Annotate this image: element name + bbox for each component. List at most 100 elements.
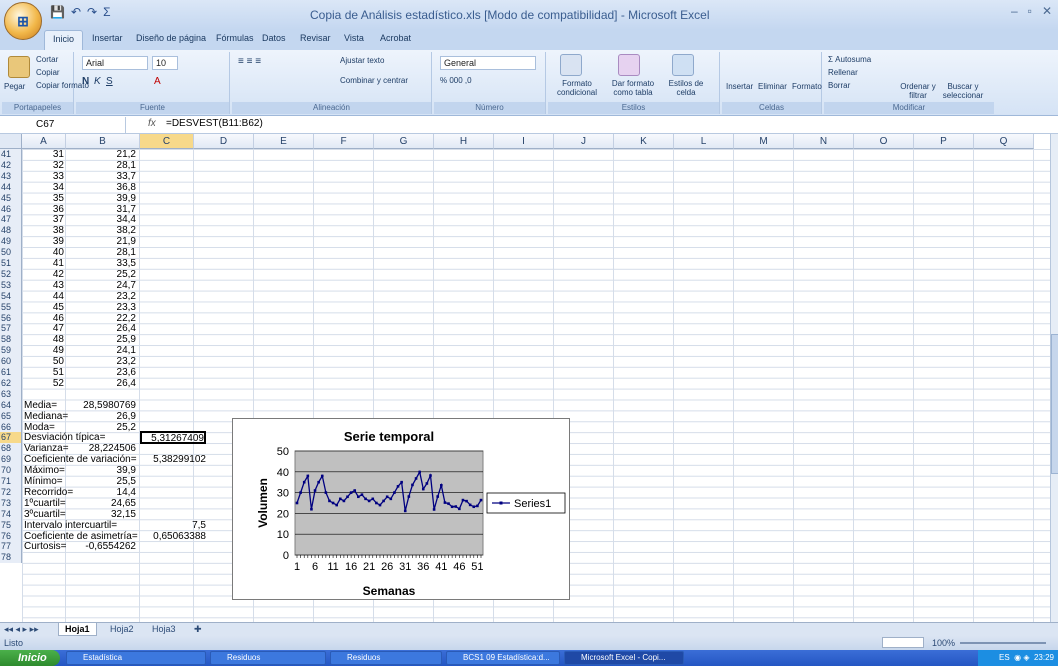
cell-a[interactable]: 48 (22, 334, 64, 345)
tab-inicio[interactable]: Inicio (44, 30, 84, 50)
column-header-d[interactable]: D (194, 134, 254, 149)
cell-a[interactable]: 32 (22, 160, 64, 171)
cell-a[interactable]: 38 (22, 225, 64, 236)
cell-b[interactable]: 25,9 (66, 334, 136, 345)
cell-a[interactable]: 31 (22, 149, 64, 160)
tab-datos[interactable]: Datos (262, 33, 286, 43)
stat-value-b[interactable] (66, 520, 136, 531)
taskbar-item[interactable]: Residuos (330, 651, 442, 665)
taskbar-item-active[interactable]: Microsoft Excel - Copi... (564, 651, 684, 665)
cell-b[interactable]: 38,2 (66, 225, 136, 236)
tab-vista[interactable]: Vista (344, 33, 364, 43)
row-header[interactable]: 67 (0, 432, 22, 444)
row-header[interactable]: 50 (0, 247, 22, 259)
italic-icon[interactable]: K (94, 76, 101, 87)
row-header[interactable]: 42 (0, 159, 22, 171)
cell-a[interactable]: 45 (22, 302, 64, 313)
cell-a[interactable]: 33 (22, 171, 64, 182)
tray-language[interactable]: ES (999, 653, 1010, 662)
row-header[interactable]: 58 (0, 334, 22, 346)
formula-input[interactable]: =DESVEST(B11:B62) (166, 118, 263, 129)
cut-button[interactable]: Cortar (36, 55, 58, 64)
cell-a[interactable]: 51 (22, 367, 64, 378)
column-header-e[interactable]: E (254, 134, 314, 149)
cell-a[interactable]: 39 (22, 236, 64, 247)
row-header[interactable]: 47 (0, 214, 22, 226)
font-name-select[interactable]: Arial (82, 56, 148, 70)
column-header-f[interactable]: F (314, 134, 374, 149)
row-header[interactable]: 73 (0, 497, 22, 509)
row-header[interactable]: 57 (0, 323, 22, 335)
row-header[interactable]: 76 (0, 530, 22, 542)
stat-value-b[interactable] (66, 454, 136, 465)
vertical-scroll-thumb[interactable] (1051, 334, 1058, 474)
row-header[interactable]: 54 (0, 290, 22, 302)
stat-value-c[interactable] (140, 509, 206, 520)
column-header-o[interactable]: O (854, 134, 914, 149)
cell-b[interactable]: 24,1 (66, 345, 136, 356)
cell-a[interactable]: 42 (22, 269, 64, 280)
view-buttons-icon[interactable] (882, 637, 924, 648)
sum-icon[interactable]: Σ (103, 5, 110, 19)
row-header[interactable]: 65 (0, 410, 22, 422)
row-header[interactable]: 53 (0, 279, 22, 291)
cell-a[interactable]: 37 (22, 214, 64, 225)
table-format-button[interactable]: Dar formato como tabla (608, 79, 658, 97)
cell-b[interactable]: 22,2 (66, 313, 136, 324)
fill-button[interactable]: Rellenar (828, 68, 858, 77)
sheet-tab-hoja2[interactable]: Hoja2 (104, 623, 140, 636)
cell-b[interactable]: 28,1 (66, 247, 136, 258)
cell-b[interactable]: 31,7 (66, 204, 136, 215)
cell-a[interactable]: 47 (22, 323, 64, 334)
cell-b[interactable]: 39,9 (66, 193, 136, 204)
tab-diseno[interactable]: Diseño de página (136, 33, 206, 43)
cell-a[interactable]: 43 (22, 280, 64, 291)
select-all-corner[interactable] (0, 134, 22, 149)
stat-value-b[interactable] (66, 531, 136, 542)
row-header[interactable]: 64 (0, 399, 22, 411)
sheet-tab-hoja3[interactable]: Hoja3 (146, 623, 182, 636)
clear-button[interactable]: Borrar (828, 81, 850, 90)
name-box[interactable]: C67 (0, 117, 126, 133)
column-header-c[interactable]: C (140, 134, 194, 149)
font-color-icon[interactable]: A (154, 76, 161, 87)
cell-b[interactable]: 33,7 (66, 171, 136, 182)
stat-value-b[interactable] (66, 552, 136, 563)
row-header[interactable]: 63 (0, 388, 22, 400)
cell-b[interactable]: 33,5 (66, 258, 136, 269)
cell-a[interactable]: 34 (22, 182, 64, 193)
column-header-b[interactable]: B (66, 134, 140, 149)
stat-value-b[interactable]: -0,6554262 (66, 541, 136, 552)
row-header[interactable]: 56 (0, 312, 22, 324)
row-header[interactable]: 66 (0, 421, 22, 433)
chart[interactable]: 0 10 20 30 40 50 1 6 11 16 21 26 31 36 41 46 51 Serie tem… (232, 418, 570, 600)
cell-a[interactable]: 52 (22, 378, 64, 389)
row-header[interactable]: 69 (0, 454, 22, 466)
stat-value-c[interactable] (140, 487, 206, 498)
cell-b[interactable]: 21,9 (66, 236, 136, 247)
save-icon[interactable]: 💾 (50, 5, 65, 19)
cell-b[interactable]: 23,2 (66, 291, 136, 302)
cell-b[interactable]: 23,3 (66, 302, 136, 313)
stat-value-b[interactable] (66, 389, 136, 400)
sheet-tab-hoja1[interactable]: Hoja1 (58, 623, 97, 636)
column-header-l[interactable]: L (674, 134, 734, 149)
redo-icon[interactable]: ↷ (87, 5, 97, 19)
start-button[interactable]: Inicio (0, 650, 60, 666)
stat-value-b[interactable]: 32,15 (66, 509, 136, 520)
restore-icon[interactable]: ▫ (1028, 4, 1032, 18)
cell-b[interactable]: 23,2 (66, 356, 136, 367)
row-header[interactable]: 78 (0, 552, 22, 564)
cell-b[interactable]: 28,1 (66, 160, 136, 171)
insert-cells-button[interactable]: Insertar (726, 82, 753, 91)
copy-button[interactable]: Copiar (36, 68, 60, 77)
row-header[interactable]: 74 (0, 508, 22, 520)
fx-icon[interactable]: fx (148, 118, 156, 129)
stat-value-c[interactable] (140, 443, 206, 454)
row-header[interactable]: 70 (0, 465, 22, 477)
taskbar-item[interactable]: Residuos (210, 651, 326, 665)
stat-value-c[interactable]: 0,65063388 (140, 531, 206, 542)
conditional-format-button[interactable]: Formato condicional (550, 79, 604, 97)
stat-value-b[interactable]: 24,65 (66, 498, 136, 509)
stat-value-c[interactable] (140, 541, 206, 552)
